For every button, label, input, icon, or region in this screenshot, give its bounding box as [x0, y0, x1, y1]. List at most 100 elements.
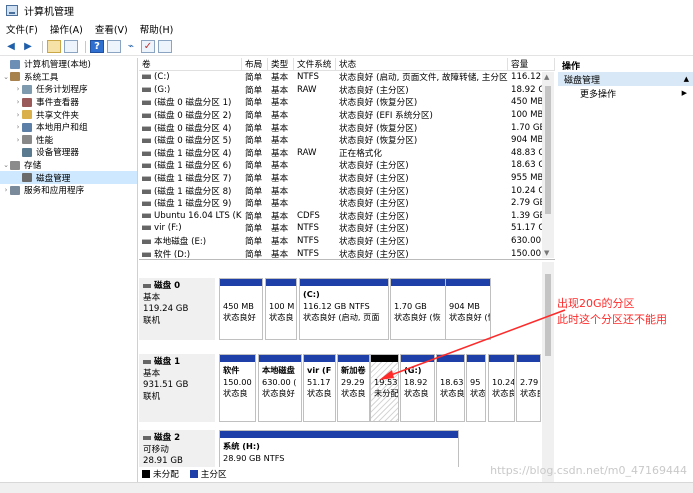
scroll-thumb[interactable] [545, 274, 551, 356]
tree-item-label: 系统工具 [24, 72, 59, 83]
partition[interactable]: 10.24 状态良 [488, 354, 515, 422]
connect-icon[interactable]: ⌁ [124, 40, 138, 53]
drive-icon [142, 86, 151, 92]
partition-size: 18.63 [440, 376, 464, 387]
submenu-arrow-icon: ▶ [681, 89, 687, 97]
volume-row[interactable]: 软件 (D:) 简单 基本 NTFS 状态良好 (主分区) 150.00 C [139, 247, 555, 259]
volume-row[interactable]: (磁盘 0 磁盘分区 2) 简单 基本 状态良好 (EFI 系统分区) 100 MB [139, 109, 555, 122]
tree-item-disk-management[interactable]: 磁盘管理 [0, 171, 137, 184]
help-icon[interactable]: ? [90, 40, 104, 53]
menu-file[interactable]: 文件(F) [6, 22, 38, 36]
up-folder-icon[interactable] [47, 40, 61, 53]
view-icon[interactable] [158, 40, 172, 53]
checklist-icon[interactable]: ✓ [141, 40, 155, 53]
tree-item-services[interactable]: › 服务和应用程序 [0, 184, 137, 197]
tree-item-clock[interactable]: › 任务计划程序 [0, 83, 137, 96]
properties-icon[interactable] [107, 40, 121, 53]
volume-row[interactable]: (磁盘 1 磁盘分区 9) 简单 基本 状态良好 (主分区) 2.79 GB [139, 197, 555, 210]
partition[interactable]: 软件 150.00 状态良 [219, 354, 256, 422]
toolbar: ◀ ▶ ? ⌁ ✓ [0, 38, 693, 56]
tree-item-event-viewer[interactable]: › 事件查看器 [0, 96, 137, 109]
partition-text: (C:) 116.12 GB NTFS 状态良好 (启动, 页面 [300, 286, 388, 324]
tree-item-performance[interactable]: › 性能 [0, 134, 137, 147]
volume-row[interactable]: (磁盘 1 磁盘分区 6) 简单 基本 状态良好 (主分区) 18.63 GI [139, 159, 555, 172]
tree-item-storage[interactable]: ⌄ 存储 [0, 159, 137, 172]
volume-cell-status: 状态良好 (主分区) [339, 186, 409, 197]
back-arrow-icon[interactable]: ◀ [4, 40, 18, 53]
partition[interactable]: 904 MB状态良好 (恢 [445, 278, 491, 340]
annotation-line-2: 此时这个分区还不能用 [557, 313, 667, 326]
partition-body: (C:) 116.12 GB NTFS 状态良好 (启动, 页面 [300, 286, 388, 339]
tree-item-computer[interactable]: 计算机管理(本地) [0, 58, 137, 71]
volume-row[interactable]: (磁盘 1 磁盘分区 7) 简单 基本 状态良好 (主分区) 955 MB [139, 172, 555, 185]
expand-chevron-icon[interactable]: › [14, 136, 22, 144]
partition-text: vir (F 51.17 状态良 [304, 362, 335, 400]
partition[interactable]: vir (F 51.17 状态良 [303, 354, 336, 422]
forward-arrow-icon[interactable]: ▶ [21, 40, 35, 53]
disk-view-scrollbar[interactable] [542, 262, 554, 482]
tree-item-device-manager[interactable]: 设备管理器 [0, 146, 137, 159]
volume-name: (磁盘 1 磁盘分区 4) [154, 148, 232, 159]
volume-cell-layout: 简单 [245, 111, 263, 122]
partition[interactable]: 95 状态 [466, 354, 486, 422]
scroll-up-icon[interactable]: ▲ [544, 73, 549, 81]
more-actions-item[interactable]: 更多操作 ▶ [558, 86, 693, 100]
volume-row[interactable]: (磁盘 1 磁盘分区 8) 简单 基本 状态良好 (主分区) 10.24 GI [139, 184, 555, 197]
expand-chevron-icon[interactable]: › [14, 85, 22, 93]
expand-chevron-icon[interactable]: › [14, 98, 22, 106]
volume-cell-status: 状态良好 (主分区) [339, 237, 409, 248]
disk-name-text: 磁盘 0 [154, 281, 181, 291]
column-header-filesystem[interactable]: 文件系统 [294, 58, 336, 70]
partition[interactable]: (G:) 18.92 状态良 [400, 354, 435, 422]
menu-help[interactable]: 帮助(H) [140, 22, 174, 36]
partition[interactable]: 1.70 GB 状态良好 (恢 [390, 278, 446, 340]
column-header-volume[interactable]: 卷 [139, 58, 242, 70]
actions-section-disk-management[interactable]: 磁盘管理 ▲ [558, 72, 693, 86]
menu-view[interactable]: 查看(V) [95, 22, 128, 36]
column-header-type[interactable]: 类型 [268, 58, 294, 70]
partition-size: 904 MB [449, 300, 480, 311]
disk-row: 磁盘 1 基本 931.51 GB 联机 软件 150.00 状态良 本地磁盘 630.00 (… [139, 354, 542, 422]
collapse-icon[interactable]: ▲ [684, 75, 689, 83]
unallocated-partition[interactable]: 19.53 未分配 [370, 354, 399, 422]
scroll-down-icon[interactable]: ▼ [544, 249, 549, 257]
volume-row[interactable]: (C:) 简单 基本 NTFS 状态良好 (启动, 页面文件, 故障转储, 主分区) 11… [139, 71, 555, 84]
partition[interactable]: 新加卷 29.29 状态良 [337, 354, 370, 422]
show-hide-tree-icon[interactable] [64, 40, 78, 53]
expand-chevron-icon[interactable]: › [2, 186, 10, 194]
menu-action[interactable]: 操作(A) [50, 22, 83, 36]
tree-item-users[interactable]: › 本地用户和组 [0, 121, 137, 134]
expand-chevron-icon[interactable]: ⌄ [2, 73, 10, 81]
scroll-thumb[interactable] [545, 86, 551, 214]
volume-cell-type: 基本 [271, 224, 289, 235]
expand-chevron-icon[interactable]: ⌄ [2, 161, 10, 169]
disk-info[interactable]: 磁盘 1 基本 931.51 GB 联机 [139, 354, 215, 422]
volume-row[interactable]: (磁盘 0 磁盘分区 1) 简单 基本 状态良好 (恢复分区) 450 MB [139, 96, 555, 109]
volume-row[interactable]: (磁盘 0 磁盘分区 4) 简单 基本 状态良好 (恢复分区) 1.70 GB [139, 121, 555, 134]
column-header-capacity[interactable]: 容量 [508, 58, 555, 70]
partition[interactable]: 450 MB 状态良好 [219, 278, 263, 340]
partition[interactable]: 2.79状态良 [516, 354, 541, 422]
volume-row[interactable]: Ubuntu 16.04 LTS (K:) 简单 基本 CDFS 状态良好 (主分区) 1… [139, 210, 555, 223]
column-header-status[interactable]: 状态 [336, 58, 508, 70]
disk-info[interactable]: 磁盘 0 基本 119.24 GB 联机 [139, 278, 215, 340]
volume-list-scrollbar[interactable]: ▲ ▼ [542, 72, 554, 258]
volume-row[interactable]: vir (F:) 简单 基本 NTFS 状态良好 (主分区) 51.17 GI [139, 222, 555, 235]
expand-chevron-icon[interactable]: › [14, 123, 22, 131]
partition[interactable]: 本地磁盘 630.00 (状态良好 [258, 354, 302, 422]
legend-label: 未分配 [153, 470, 179, 480]
partition-color-bar [437, 355, 464, 362]
volume-row[interactable]: 本地磁盘 (E:) 简单 基本 NTFS 状态良好 (主分区) 630.00 C [139, 235, 555, 248]
disk-name: 磁盘 2 [143, 433, 211, 445]
volume-row[interactable]: (磁盘 1 磁盘分区 4) 简单 基本 RAW 正在格式化 48.83 GI [139, 147, 555, 160]
expand-chevron-icon[interactable]: › [14, 111, 22, 119]
partition[interactable]: 100 M 状态良 [265, 278, 297, 340]
volume-row[interactable]: (G:) 简单 基本 RAW 状态良好 (主分区) 18.92 GI [139, 84, 555, 97]
tree-item-shared-folder[interactable]: › 共享文件夹 [0, 108, 137, 121]
partition[interactable]: (C:) 116.12 GB NTFS 状态良好 (启动, 页面 [299, 278, 389, 340]
partition[interactable]: 18.63 状态良 [436, 354, 465, 422]
volume-row[interactable]: (磁盘 0 磁盘分区 5) 简单 基本 状态良好 (恢复分区) 904 MB [139, 134, 555, 147]
column-header-layout[interactable]: 布局 [242, 58, 268, 70]
volume-cell-type: 基本 [271, 123, 289, 134]
tree-item-tools[interactable]: ⌄ 系统工具 [0, 71, 137, 84]
